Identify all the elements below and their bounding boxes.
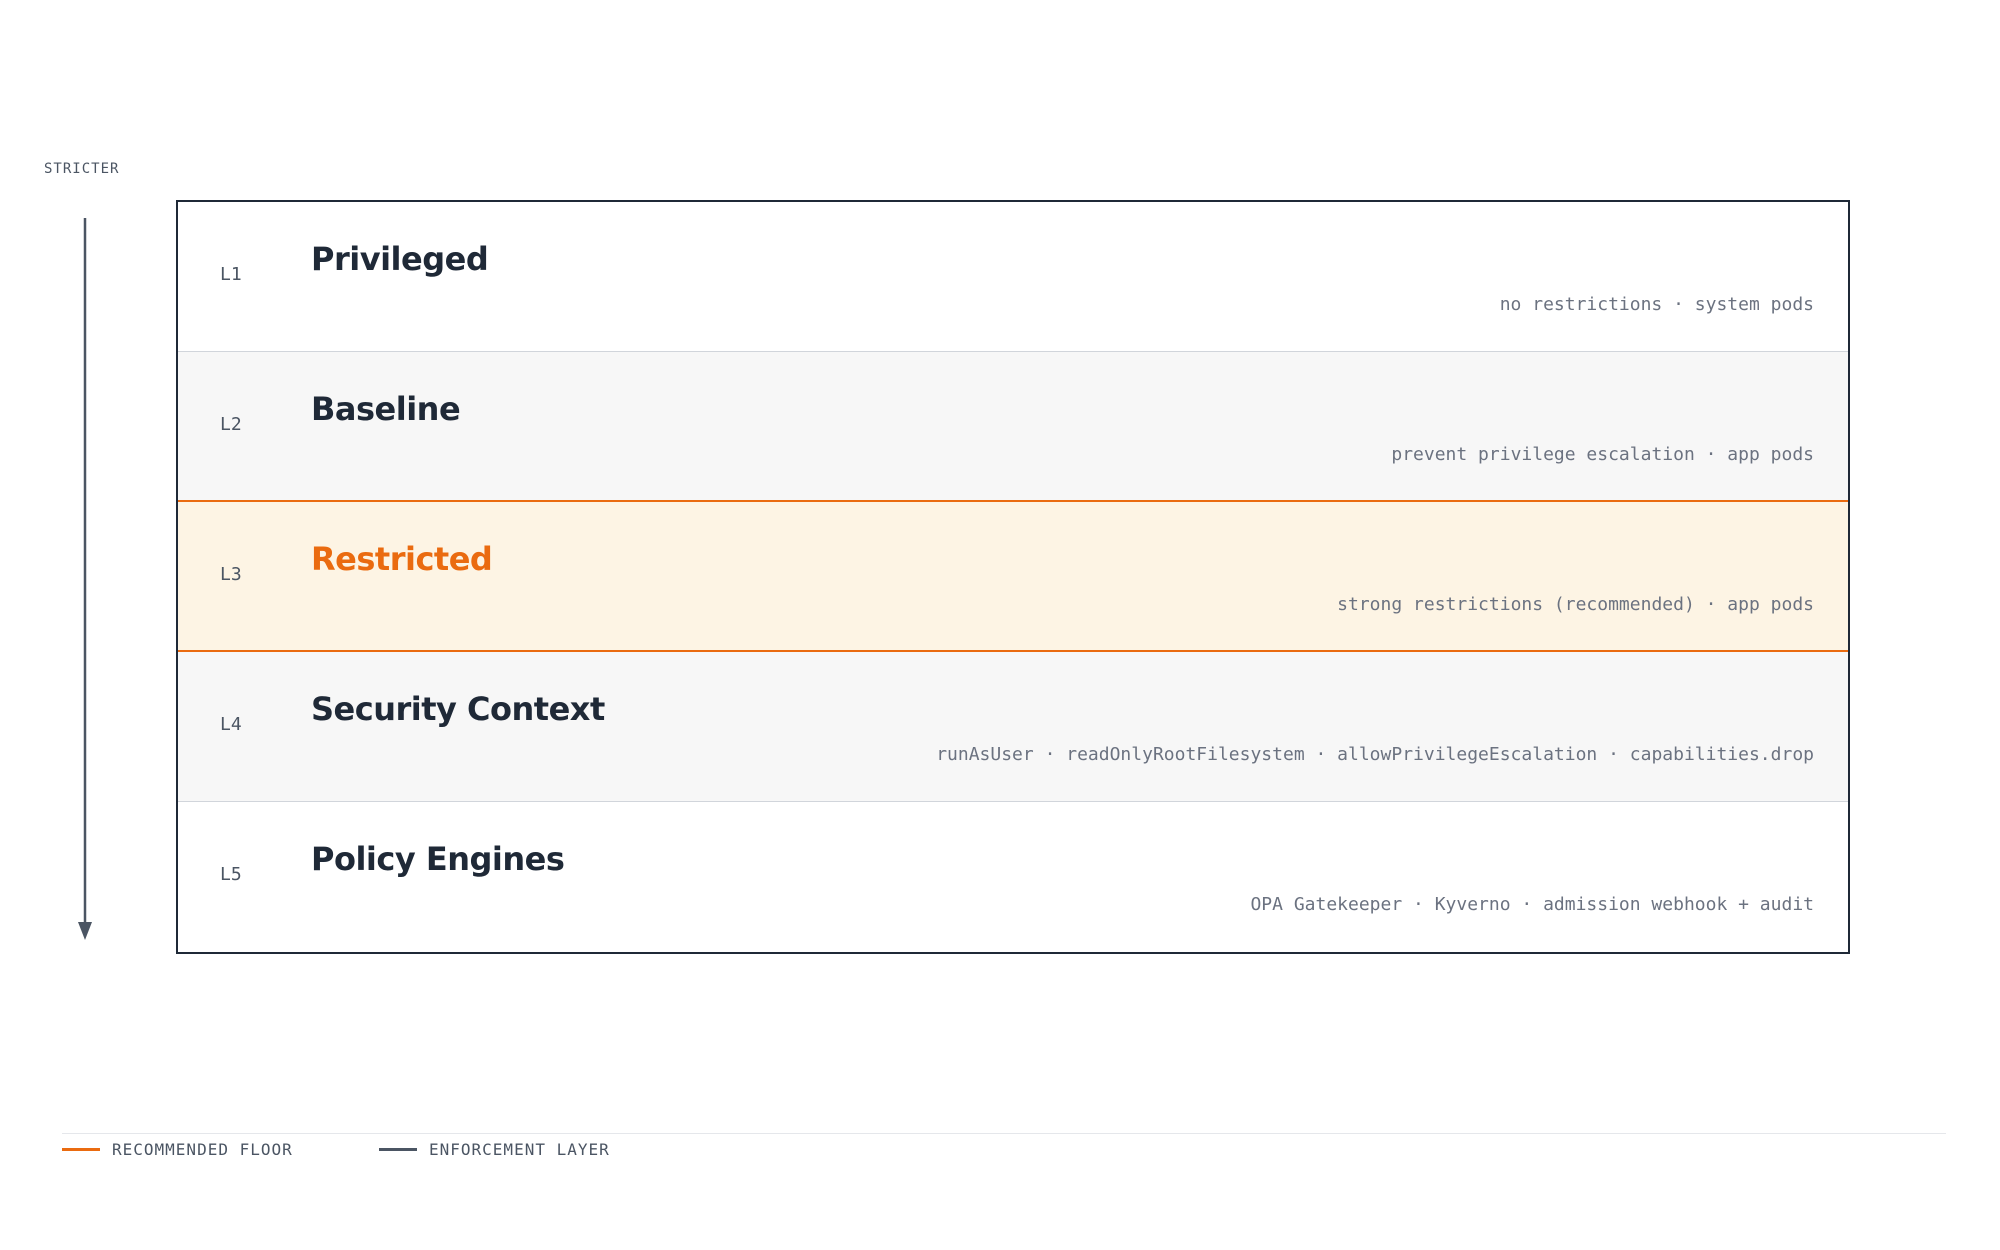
legend-divider [62, 1133, 1946, 1134]
legend-recommended-floor: RECOMMENDED FLOOR [62, 1140, 293, 1159]
layer-row-security-context: L4 Security Context runAsUser · readOnly… [178, 652, 1848, 802]
legend-label: ENFORCEMENT LAYER [429, 1140, 610, 1159]
recommended-swatch-icon [62, 1148, 100, 1151]
layer-description: runAsUser · readOnlyRootFilesystem · all… [936, 744, 1814, 765]
enforcement-swatch-icon [379, 1148, 417, 1151]
layer-code: L2 [220, 414, 242, 435]
layer-row-policy-engines: L5 Policy Engines OPA Gatekeeper · Kyver… [178, 802, 1848, 952]
layer-code: L1 [220, 264, 242, 285]
layer-description: no restrictions · system pods [1499, 294, 1814, 315]
layer-row-restricted: L3 Restricted strong restrictions (recom… [178, 500, 1848, 652]
axis-label: STRICTER [44, 161, 120, 177]
layer-title: Security Context [311, 690, 605, 728]
layer-row-privileged: L1 Privileged no restrictions · system p… [178, 202, 1848, 352]
layer-stack: L1 Privileged no restrictions · system p… [176, 200, 1850, 954]
layer-description: strong restrictions (recommended) · app … [1337, 594, 1814, 615]
layer-title: Policy Engines [311, 840, 565, 878]
layer-title: Privileged [311, 240, 489, 278]
layer-code: L4 [220, 714, 242, 735]
layer-title: Restricted [311, 540, 493, 578]
layer-code: L3 [220, 564, 242, 585]
layer-description: OPA Gatekeeper · Kyverno · admission web… [1250, 894, 1814, 915]
stricter-arrow-icon [78, 218, 92, 940]
layer-title: Baseline [311, 390, 461, 428]
layer-description: prevent privilege escalation · app pods [1391, 444, 1814, 465]
layer-code: L5 [220, 864, 242, 885]
legend-label: RECOMMENDED FLOOR [112, 1140, 293, 1159]
layer-row-baseline: L2 Baseline prevent privilege escalation… [178, 352, 1848, 502]
legend-enforcement-layer: ENFORCEMENT LAYER [379, 1140, 610, 1159]
